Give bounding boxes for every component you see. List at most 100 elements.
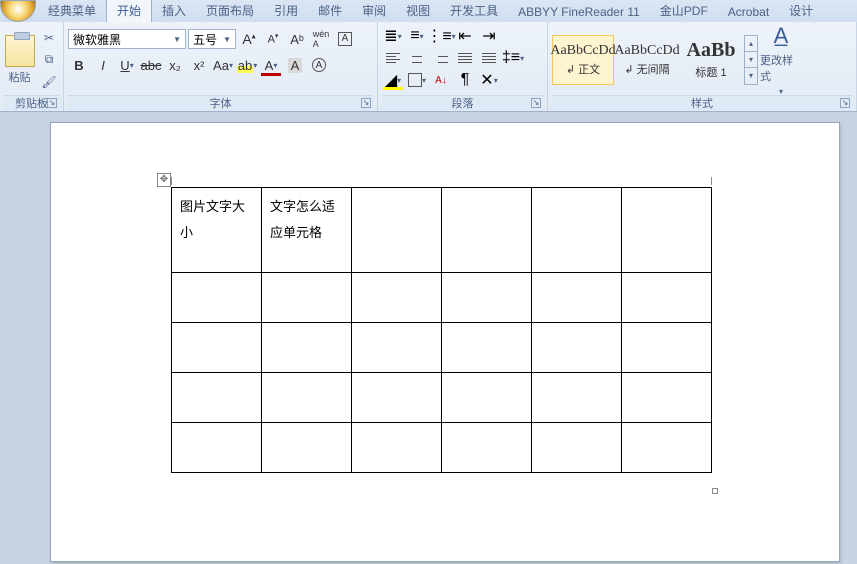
font-name-select[interactable]: 微软雅黑▼ [68, 29, 186, 49]
character-border-button[interactable]: A [334, 28, 356, 50]
align-center-button[interactable] [406, 48, 428, 68]
table-cell[interactable] [532, 273, 622, 323]
tab-references[interactable]: 引用 [264, 0, 308, 22]
page[interactable]: ✥ 图片文字大小 文字怎么适应单元格 [50, 122, 840, 562]
highlight-button[interactable]: ab▾ [236, 54, 258, 76]
style-normal[interactable]: AaBbCcDd ↲ 正文 [552, 35, 614, 85]
table-cell[interactable] [442, 188, 532, 273]
tab-home[interactable]: 开始 [106, 0, 152, 22]
italic-button[interactable]: I [92, 54, 114, 76]
tab-acrobat[interactable]: Acrobat [718, 2, 779, 22]
change-case-button[interactable]: Aa▾ [212, 54, 234, 76]
table-move-handle[interactable]: ✥ [157, 173, 171, 187]
copy-button[interactable]: ⧉ [39, 51, 59, 69]
table-cell[interactable] [172, 323, 262, 373]
enclose-characters-button[interactable]: A [308, 54, 330, 76]
change-styles-button[interactable]: A̲ 更改样式 ▾ [760, 30, 802, 90]
cut-button[interactable]: ✂ [39, 29, 59, 47]
table-cell[interactable] [532, 323, 622, 373]
table-cell[interactable] [442, 423, 532, 473]
table-cell[interactable] [622, 373, 712, 423]
table-cell[interactable] [622, 323, 712, 373]
underline-button[interactable]: U▾ [116, 54, 138, 76]
decrease-indent-button[interactable]: ⇤ [454, 26, 476, 46]
tab-review[interactable]: 审阅 [352, 0, 396, 22]
character-shading-button[interactable]: A [284, 54, 306, 76]
align-right-button[interactable] [430, 48, 452, 68]
table-cell[interactable] [172, 273, 262, 323]
phonetic-guide-button[interactable]: wénA [310, 28, 332, 50]
table-cell[interactable] [442, 273, 532, 323]
table-cell[interactable] [352, 323, 442, 373]
table-cell[interactable] [172, 423, 262, 473]
tab-view[interactable]: 视图 [396, 0, 440, 22]
gallery-up[interactable]: ▴ [745, 36, 757, 52]
bold-button[interactable]: B [68, 54, 90, 76]
table-cell[interactable] [532, 373, 622, 423]
asian-layout-button[interactable]: ✕▾ [478, 70, 500, 90]
style-no-spacing[interactable]: AaBbCcDd ↲ 无间隔 [616, 35, 678, 85]
tab-jinshan-pdf[interactable]: 金山PDF [650, 0, 718, 22]
table-cell[interactable] [262, 273, 352, 323]
table-cell[interactable] [262, 323, 352, 373]
table-cell[interactable] [532, 188, 622, 273]
table-row[interactable] [172, 373, 712, 423]
shading-button[interactable]: ◢▾ [382, 70, 404, 90]
table-row[interactable] [172, 323, 712, 373]
tab-insert[interactable]: 插入 [152, 0, 196, 22]
tab-design[interactable]: 设计 [779, 0, 823, 22]
table-cell[interactable] [442, 373, 532, 423]
table-cell[interactable] [532, 423, 622, 473]
table-cell[interactable] [352, 423, 442, 473]
tab-classic-menu[interactable]: 经典菜单 [38, 0, 106, 22]
table-cell[interactable] [622, 188, 712, 273]
table-cell[interactable]: 图片文字大小 [172, 188, 262, 273]
table-cell[interactable] [622, 423, 712, 473]
table-cell[interactable] [352, 373, 442, 423]
distributed-button[interactable] [478, 48, 500, 68]
paste-button[interactable]: 粘贴 [4, 35, 35, 85]
bullet-list-button[interactable]: ≣▾ [382, 26, 404, 46]
font-launcher[interactable]: ↘ [361, 98, 371, 108]
table-resize-handle[interactable] [712, 488, 718, 494]
subscript-button[interactable]: x₂ [164, 54, 186, 76]
align-left-button[interactable] [382, 48, 404, 68]
justify-button[interactable] [454, 48, 476, 68]
show-marks-button[interactable]: ¶ [454, 70, 476, 90]
table-cell[interactable] [352, 273, 442, 323]
table-cell[interactable] [172, 373, 262, 423]
table-cell[interactable] [262, 373, 352, 423]
tab-mailings[interactable]: 邮件 [308, 0, 352, 22]
table-row[interactable] [172, 423, 712, 473]
tab-abbyy[interactable]: ABBYY FineReader 11 [508, 2, 650, 22]
styles-launcher[interactable]: ↘ [840, 98, 850, 108]
gallery-down[interactable]: ▾ [745, 52, 757, 68]
strikethrough-button[interactable]: abc [140, 54, 162, 76]
superscript-button[interactable]: x² [188, 54, 210, 76]
font-color-button[interactable]: A▾ [260, 54, 282, 76]
tab-page-layout[interactable]: 页面布局 [196, 0, 264, 22]
table-cell[interactable] [442, 323, 532, 373]
table-row[interactable] [172, 273, 712, 323]
table-cell[interactable] [352, 188, 442, 273]
tab-developer[interactable]: 开发工具 [440, 0, 508, 22]
clipboard-launcher[interactable]: ↘ [47, 98, 57, 108]
grow-font-button[interactable]: A▴ [238, 28, 260, 50]
document-table[interactable]: 图片文字大小 文字怎么适应单元格 [171, 187, 712, 473]
shrink-font-button[interactable]: A▾ [262, 28, 284, 50]
line-spacing-button[interactable]: ‡≡▾ [502, 48, 524, 68]
increase-indent-button[interactable]: ⇥ [478, 26, 500, 46]
gallery-more[interactable]: ▾ [745, 68, 757, 84]
font-size-select[interactable]: 五号▼ [188, 29, 236, 49]
clear-formatting-button[interactable]: Aᵇ [286, 28, 308, 50]
borders-button[interactable]: ▾ [406, 70, 428, 90]
table-cell[interactable] [262, 423, 352, 473]
table-cell[interactable] [622, 273, 712, 323]
multilevel-list-button[interactable]: ⋮≡▾ [430, 26, 452, 46]
numbered-list-button[interactable]: ≡▾ [406, 26, 428, 46]
style-heading-1[interactable]: AaBb 标题 1 [680, 35, 742, 85]
table-row[interactable]: 图片文字大小 文字怎么适应单元格 [172, 188, 712, 273]
format-painter-button[interactable]: 🖌 [39, 73, 59, 91]
sort-button[interactable]: A↓ [430, 70, 452, 90]
paragraph-launcher[interactable]: ↘ [531, 98, 541, 108]
